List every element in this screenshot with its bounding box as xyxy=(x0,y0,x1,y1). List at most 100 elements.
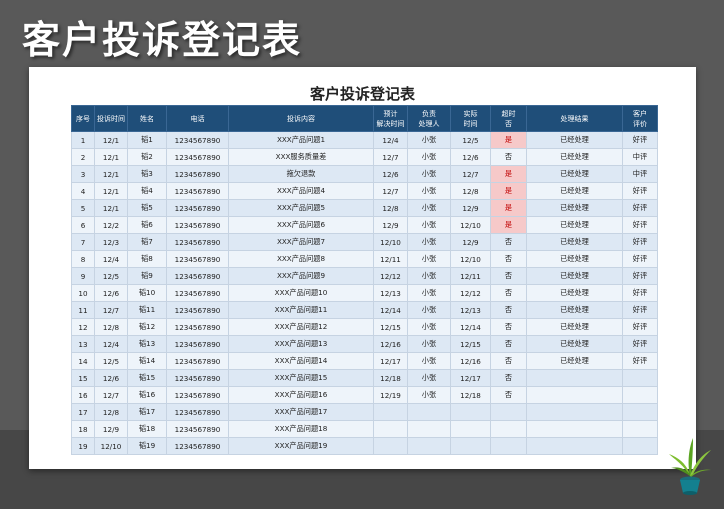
table-cell: 12/18 xyxy=(450,386,491,404)
table-cell: 6 xyxy=(71,216,95,234)
table-cell: 已经处理 xyxy=(526,352,623,370)
table-cell: 12/5 xyxy=(94,352,128,370)
table-cell: 12/4 xyxy=(373,131,408,149)
table-cell: 小张 xyxy=(407,233,451,251)
table-cell: 12/8 xyxy=(373,199,408,217)
table-row: 1 12/1 韬1 1234567890 XXX产品问题1 12/4 小张 12/5 是已经处理… xyxy=(71,131,658,149)
table-cell: 小张 xyxy=(407,182,451,200)
table-cell: XXX产品问题9 xyxy=(228,267,374,285)
table-cell: 拖欠退款 xyxy=(228,165,374,183)
table-cell: 12/9 xyxy=(373,216,408,234)
sheet-title: 客户投诉登记表 xyxy=(309,85,415,103)
table-row: 16 12/7 韬16 1234567890 XXX产品问题16 12/19 小张 12/18… xyxy=(71,386,658,404)
table-row: 3 12/1 韬3 1234567890 拖欠退款 12/6 小张 12/7 是已经处理 中评 xyxy=(71,165,658,183)
table-cell: 12/11 xyxy=(373,250,408,268)
table-cell: XXX产品问题11 xyxy=(228,301,374,319)
table-row: 5 12/1 韬5 1234567890 XXX产品问题5 12/8 小张 12/9 是已经处理… xyxy=(71,199,658,217)
table-cell xyxy=(526,437,623,455)
table-cell: 12/10 xyxy=(94,437,128,455)
table-cell: 12/7 xyxy=(94,301,128,319)
table-cell: 韬10 xyxy=(127,284,167,302)
table-cell: 1234567890 xyxy=(166,165,229,183)
table-cell xyxy=(526,386,623,404)
header-cell: 处理结果 xyxy=(526,105,623,132)
table-cell: XXX产品问题16 xyxy=(228,386,374,404)
table-cell: 已经处理 xyxy=(526,148,623,166)
table-cell: 韬13 xyxy=(127,335,167,353)
table-row: 11 12/7 韬11 1234567890 XXX产品问题11 12/14 小张 12/13… xyxy=(71,301,658,319)
table-cell: 14 xyxy=(71,352,95,370)
table-cell: 是 xyxy=(490,182,527,200)
table-cell: 1234567890 xyxy=(166,403,229,421)
table-cell: 已经处理 xyxy=(526,335,623,353)
table-cell: 12/5 xyxy=(94,267,128,285)
table-cell: 12/6 xyxy=(94,284,128,302)
table-cell: 1234567890 xyxy=(166,148,229,166)
table-cell: 12/17 xyxy=(373,352,408,370)
table-cell: 已经处理 xyxy=(526,318,623,336)
table-cell: 韬14 xyxy=(127,352,167,370)
table-cell: 否 xyxy=(490,233,527,251)
table-cell: 18 xyxy=(71,420,95,438)
table-cell xyxy=(373,403,408,421)
table-cell: 12/17 xyxy=(450,369,491,387)
header-cell: 姓名 xyxy=(127,105,167,132)
table-cell: XXX产品问题1 xyxy=(228,131,374,149)
table-cell: 15 xyxy=(71,369,95,387)
complaint-table: 序号 投诉时间 姓名 电话 投诉内容 预计 解决时间 负责 处理人 实际 时间 … xyxy=(71,105,658,455)
table-cell: 12/9 xyxy=(94,420,128,438)
table-cell: 韬8 xyxy=(127,250,167,268)
table-cell: 韬9 xyxy=(127,267,167,285)
table-cell xyxy=(526,403,623,421)
table-row: 12 12/8 韬12 1234567890 XXX产品问题12 12/15 小张 12/14… xyxy=(71,318,658,336)
header-cell: 超时 否 xyxy=(490,105,527,132)
table-cell: 好评 xyxy=(622,335,658,353)
table-cell: 韬16 xyxy=(127,386,167,404)
table-cell xyxy=(373,437,408,455)
table-row: 10 12/6 韬10 1234567890 XXX产品问题10 12/13 小张 12/12… xyxy=(71,284,658,302)
table-cell: 12/8 xyxy=(94,318,128,336)
table-cell: 已经处理 xyxy=(526,250,623,268)
table-row: 18 12/9 韬18 1234567890 XXX产品问题18 xyxy=(71,420,658,438)
table-cell xyxy=(622,437,658,455)
table-cell: 12/1 xyxy=(94,148,128,166)
table-cell: 12/19 xyxy=(373,386,408,404)
table-cell: 已经处理 xyxy=(526,284,623,302)
table-cell: 是 xyxy=(490,216,527,234)
header-cell: 实际 时间 xyxy=(450,105,491,132)
table-cell: 1234567890 xyxy=(166,386,229,404)
table-cell: 否 xyxy=(490,148,527,166)
table-cell: 好评 xyxy=(622,267,658,285)
table-cell: 12/7 xyxy=(450,165,491,183)
table-cell: 否 xyxy=(490,352,527,370)
table-cell: 8 xyxy=(71,250,95,268)
table-cell: 韬3 xyxy=(127,165,167,183)
table-cell: 12/6 xyxy=(94,369,128,387)
table-cell: 1234567890 xyxy=(166,369,229,387)
table-cell: 5 xyxy=(71,199,95,217)
table-cell: 韬19 xyxy=(127,437,167,455)
table-cell: 1234567890 xyxy=(166,216,229,234)
table-cell: 韬5 xyxy=(127,199,167,217)
table-cell: 12 xyxy=(71,318,95,336)
table-cell: 12/14 xyxy=(373,301,408,319)
table-cell: 12/6 xyxy=(373,165,408,183)
table-cell: 已经处理 xyxy=(526,267,623,285)
table-row: 14 12/5 韬14 1234567890 XXX产品问题14 12/17 小张 12/16… xyxy=(71,352,658,370)
table-cell: 12/10 xyxy=(450,216,491,234)
table-cell: 12/14 xyxy=(450,318,491,336)
table-cell: 否 xyxy=(490,267,527,285)
table-cell: 韬15 xyxy=(127,369,167,387)
table-cell: 1234567890 xyxy=(166,199,229,217)
table-cell: 12/16 xyxy=(373,335,408,353)
table-cell: 1 xyxy=(71,131,95,149)
table-cell: XXX产品问题17 xyxy=(228,403,374,421)
table-cell: 否 xyxy=(490,301,527,319)
table-cell: 1234567890 xyxy=(166,233,229,251)
table-cell: 12/9 xyxy=(450,233,491,251)
table-cell: XXX产品问题18 xyxy=(228,420,374,438)
table-cell: 好评 xyxy=(622,131,658,149)
table-cell: XXX服务质量差 xyxy=(228,148,374,166)
table-cell: 韬17 xyxy=(127,403,167,421)
table-cell: 小张 xyxy=(407,386,451,404)
